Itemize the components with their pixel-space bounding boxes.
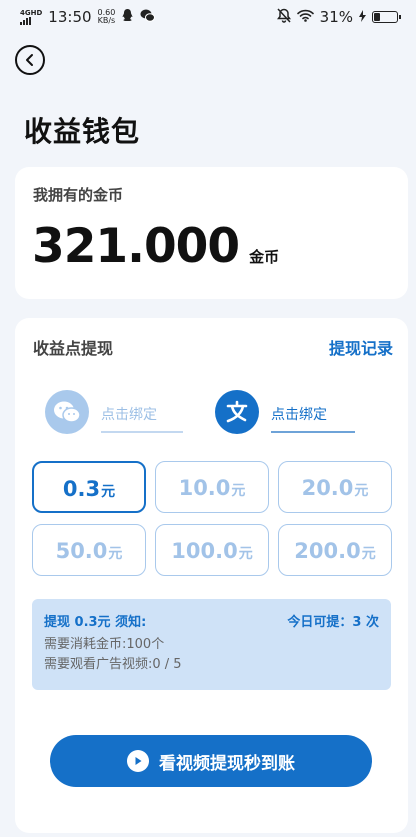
speed-unit: KB/s <box>97 16 116 25</box>
wechat-icon <box>45 390 89 434</box>
status-time: 13:50 <box>48 8 92 26</box>
wifi-icon <box>296 8 314 26</box>
notice-coins-required: 需要消耗金币:100个 <box>44 637 165 652</box>
withdraw-title: 收益点提现 <box>33 339 114 358</box>
bind-alipay-label: 点击绑定 <box>271 405 355 433</box>
amount-option[interactable]: 100.0 元 <box>155 524 269 576</box>
amount-option[interactable]: 0.3 元 <box>32 461 146 513</box>
withdraw-record-link[interactable]: 提现记录 <box>329 335 393 359</box>
network-speed: 0.60 KB/s <box>98 9 116 25</box>
play-icon <box>127 750 149 772</box>
amount-value: 200.0 <box>294 539 361 563</box>
amount-option[interactable]: 50.0 元 <box>32 524 146 576</box>
withdraw-card: 收益点提现 提现记录 点击绑定 点击绑定 0.3 元 10.0 元 20.0 元 50.0 元… <box>15 318 408 833</box>
amount-value: 10.0 <box>178 476 231 500</box>
withdraw-notice: 提现 0.3元 须知: 今日可提：3 次 需要消耗金币:100个 需要观看广告视… <box>32 599 391 690</box>
amount-value: 20.0 <box>301 476 354 500</box>
notice-videos-required: 需要观看广告视频:0 / 5 <box>44 657 182 672</box>
balance-card: 我拥有的金币 321.000 金币 <box>15 167 408 299</box>
network-type: 4GHD <box>20 8 43 17</box>
battery-icon <box>372 11 401 23</box>
balance-value: 321.000 <box>32 219 240 274</box>
qq-notification-icon <box>121 8 134 26</box>
amount-value: 100.0 <box>171 539 238 563</box>
bind-alipay-button[interactable]: 点击绑定 <box>215 390 355 434</box>
charging-icon <box>359 8 366 26</box>
balance-row: 321.000 金币 <box>32 219 279 274</box>
balance-label: 我拥有的金币 <box>33 186 124 204</box>
amount-unit: 元 <box>108 546 123 562</box>
amount-unit: 元 <box>238 546 253 562</box>
battery-percent: 31% <box>319 8 353 26</box>
today-available: 今日可提：3 次 <box>287 615 379 630</box>
amount-options: 0.3 元 10.0 元 20.0 元 50.0 元 100.0 元 200.0 元 <box>32 461 392 576</box>
cta-label: 看视频提现秒到账 <box>159 753 295 774</box>
alipay-icon <box>215 390 259 434</box>
watch-video-withdraw-button[interactable]: 看视频提现秒到账 <box>50 735 372 787</box>
wechat-notification-icon <box>140 8 156 26</box>
amount-option[interactable]: 200.0 元 <box>278 524 392 576</box>
balance-unit: 金币 <box>249 248 280 266</box>
mute-icon <box>276 7 291 27</box>
cellular-signal-icon: 4GHD <box>20 8 43 25</box>
status-bar: 4GHD 13:50 0.60 KB/s 31% <box>0 0 416 34</box>
amount-option[interactable]: 10.0 元 <box>155 461 269 513</box>
notice-heading: 提现 0.3元 须知: <box>44 615 147 630</box>
page-title: 收益钱包 <box>24 115 141 148</box>
bind-wechat-label: 点击绑定 <box>101 405 183 433</box>
amount-unit: 元 <box>361 546 376 562</box>
amount-value: 0.3 <box>62 477 101 501</box>
amount-option[interactable]: 20.0 元 <box>278 461 392 513</box>
amount-unit: 元 <box>354 483 369 499</box>
amount-unit: 元 <box>231 483 246 499</box>
amount-value: 50.0 <box>55 539 108 563</box>
back-button[interactable] <box>15 45 45 75</box>
amount-unit: 元 <box>101 484 116 500</box>
chevron-left-icon <box>26 54 33 66</box>
bind-wechat-button[interactable]: 点击绑定 <box>45 390 183 434</box>
